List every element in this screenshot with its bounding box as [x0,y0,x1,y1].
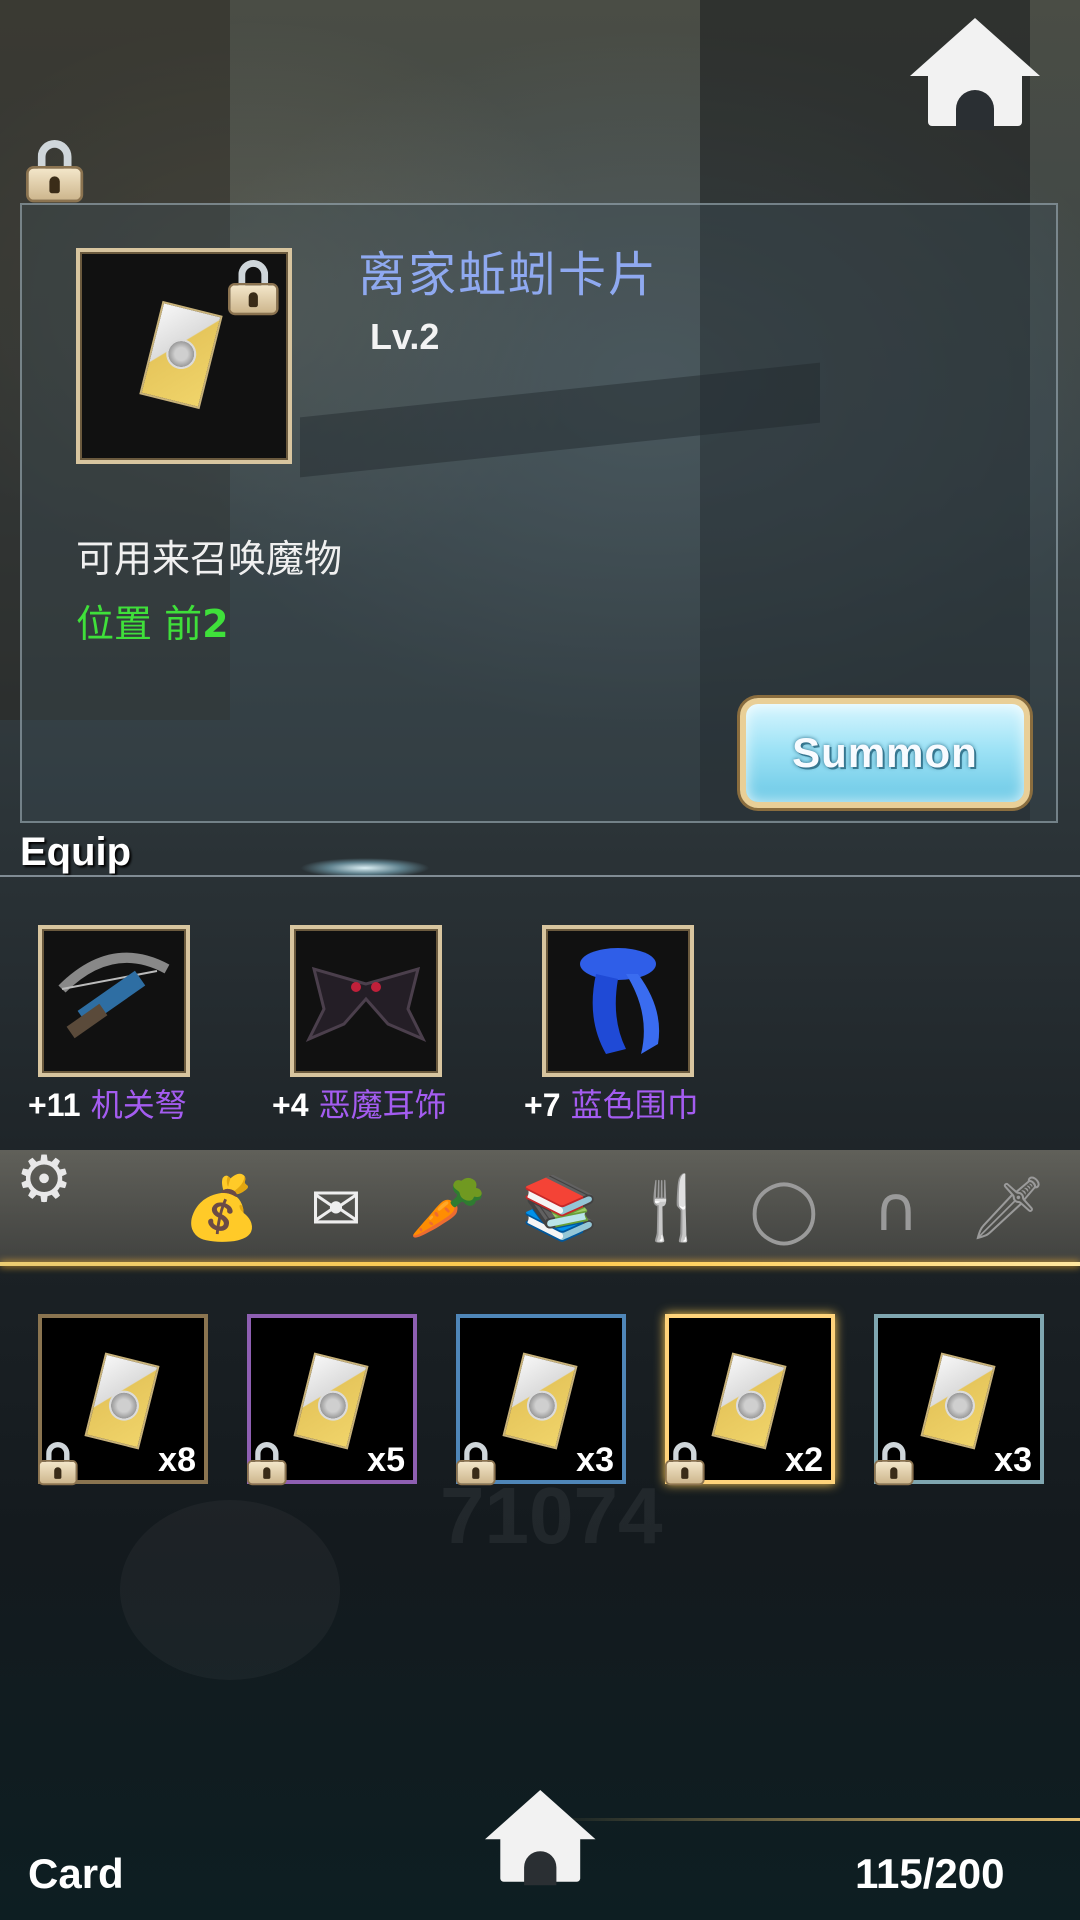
equip-slot-scarf[interactable] [542,925,694,1077]
crossbow-icon [58,952,170,1039]
card-count: x5 [367,1441,405,1479]
item-portrait-frame [76,248,292,464]
equip-plus: +11 [28,1087,81,1123]
card-lock-icon[interactable] [456,1442,496,1486]
card-count: x2 [785,1441,823,1479]
tab-books[interactable]: 📚 [520,1168,600,1248]
card-lock-icon[interactable] [247,1442,287,1486]
equip-plus: +4 [272,1087,309,1123]
equip-label-1: +11 机关弩 [28,1080,187,1126]
monster-card-icon [711,1352,787,1450]
monster-card-icon [139,300,223,410]
lock-icon[interactable] [26,140,84,203]
tab-sword[interactable]: 🗡 [968,1168,1048,1248]
equip-slot-crossbow[interactable] [38,925,190,1077]
card-slot-5[interactable]: x3 [874,1314,1044,1486]
footer-glow-line [540,1818,1080,1821]
card-slot-1[interactable]: x8 [38,1314,208,1486]
equip-divider [0,875,1080,877]
card-count: x3 [994,1441,1032,1479]
monster-card-icon [293,1352,369,1450]
position-value: 2 [202,602,229,646]
bottom-home-icon[interactable] [485,1790,596,1886]
tab-ring[interactable]: ◯ [744,1168,824,1248]
demon-wing-earring-icon [305,966,427,1042]
equip-label-2: +4 恶魔耳饰 [272,1080,447,1126]
footer-category-label: Card [28,1850,124,1897]
card-slot-2[interactable]: x5 [247,1314,417,1486]
card-slot-4-selected[interactable]: x2 [665,1314,835,1486]
equip-plus: +7 [524,1087,561,1123]
divider-ornament [300,858,430,878]
item-lock-icon[interactable] [228,260,279,316]
card-lock-icon[interactable] [665,1442,705,1486]
item-name: 离家蚯蚓卡片 [358,247,659,303]
footer-capacity: 115/200 [855,1850,1005,1897]
equip-name: 机关弩 [90,1086,187,1124]
position-label: 位置 前 [76,602,203,646]
item-level: Lv.2 [370,316,440,357]
card-lock-icon[interactable] [874,1442,914,1486]
item-description: 可用来召唤魔物 [76,537,343,581]
gear-icon[interactable]: ⚙ [12,1148,76,1212]
summon-button[interactable]: Summon [740,698,1030,808]
tab-bag[interactable]: 💰 [182,1168,262,1248]
equip-title: Equip [20,830,132,874]
tab-carrot[interactable]: 🥕 [408,1168,488,1248]
monster-card-icon [502,1352,578,1450]
tab-utensils[interactable]: 🍴 [632,1168,712,1248]
blue-scarf-icon [580,948,660,1054]
background-glow [120,1500,340,1680]
card-count: x8 [158,1441,196,1479]
home-icon[interactable] [910,18,1040,130]
card-count: x3 [576,1441,614,1479]
monster-card-icon [84,1352,160,1450]
tab-underline [0,1262,1080,1266]
equip-name: 恶魔耳饰 [318,1086,447,1124]
tab-cat-ears[interactable]: ∩ [856,1168,936,1248]
tab-card[interactable]: ✉ [296,1168,376,1248]
monster-card-icon [920,1352,996,1450]
equip-name: 蓝色围巾 [570,1086,699,1124]
equip-slot-earring[interactable] [290,925,442,1077]
card-lock-icon[interactable] [38,1442,78,1486]
item-position: 位置 前2 [76,593,229,648]
equip-label-3: +7 蓝色围巾 [524,1080,699,1126]
card-slot-3[interactable]: x3 [456,1314,626,1486]
